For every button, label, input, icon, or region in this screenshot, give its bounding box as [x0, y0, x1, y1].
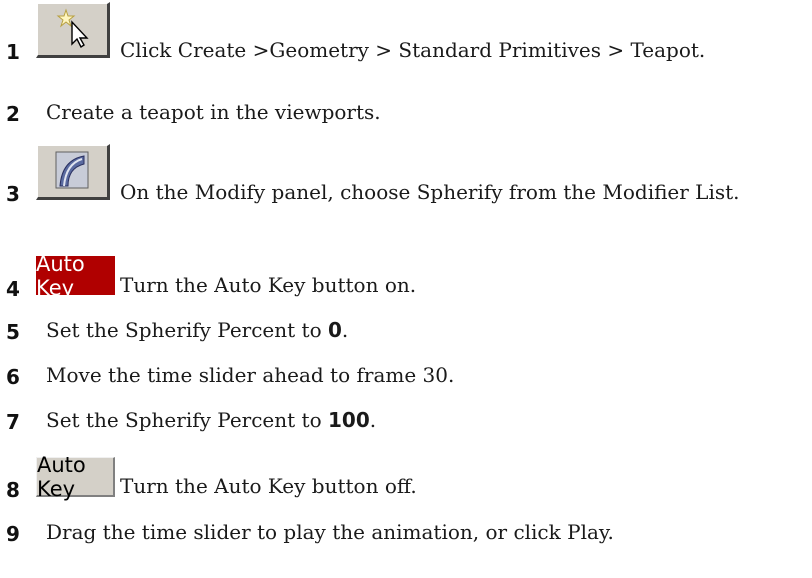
step-text: Set the Spherify Percent to 0. [46, 318, 349, 342]
step-number: 3 [6, 182, 20, 206]
step-text: Click Create >Geometry > Standard Primit… [120, 38, 706, 62]
step-text: Create a teapot in the viewports. [46, 100, 381, 124]
auto-key-on-icon: Auto Key [36, 252, 115, 300]
step-number: 8 [6, 478, 20, 502]
step-number: 5 [6, 320, 20, 344]
step-text: Turn the Auto Key button off. [120, 474, 417, 498]
modify-panel-icon [36, 144, 110, 200]
step-number: 6 [6, 365, 20, 389]
step-number: 7 [6, 410, 20, 434]
step-number: 2 [6, 102, 20, 126]
step-text: Turn the Auto Key button on. [120, 273, 417, 297]
step-number: 1 [6, 40, 20, 64]
auto-key-label: Auto Key [37, 452, 86, 501]
step-text: On the Modify panel, choose Spherify fro… [120, 180, 740, 204]
step-text: Move the time slider ahead to frame 30. [46, 363, 455, 387]
value-hundred: 100 [327, 408, 370, 432]
step-number: 4 [6, 277, 20, 301]
step-text: Drag the time slider to play the animati… [46, 520, 614, 544]
step-number: 9 [6, 522, 20, 546]
auto-key-off-icon: Auto Key [36, 453, 115, 501]
step-text: Set the Spherify Percent to 100. [46, 408, 377, 432]
auto-key-label: Auto Key [36, 251, 85, 300]
value-zero: 0 [327, 318, 342, 342]
create-geometry-icon [36, 2, 110, 58]
